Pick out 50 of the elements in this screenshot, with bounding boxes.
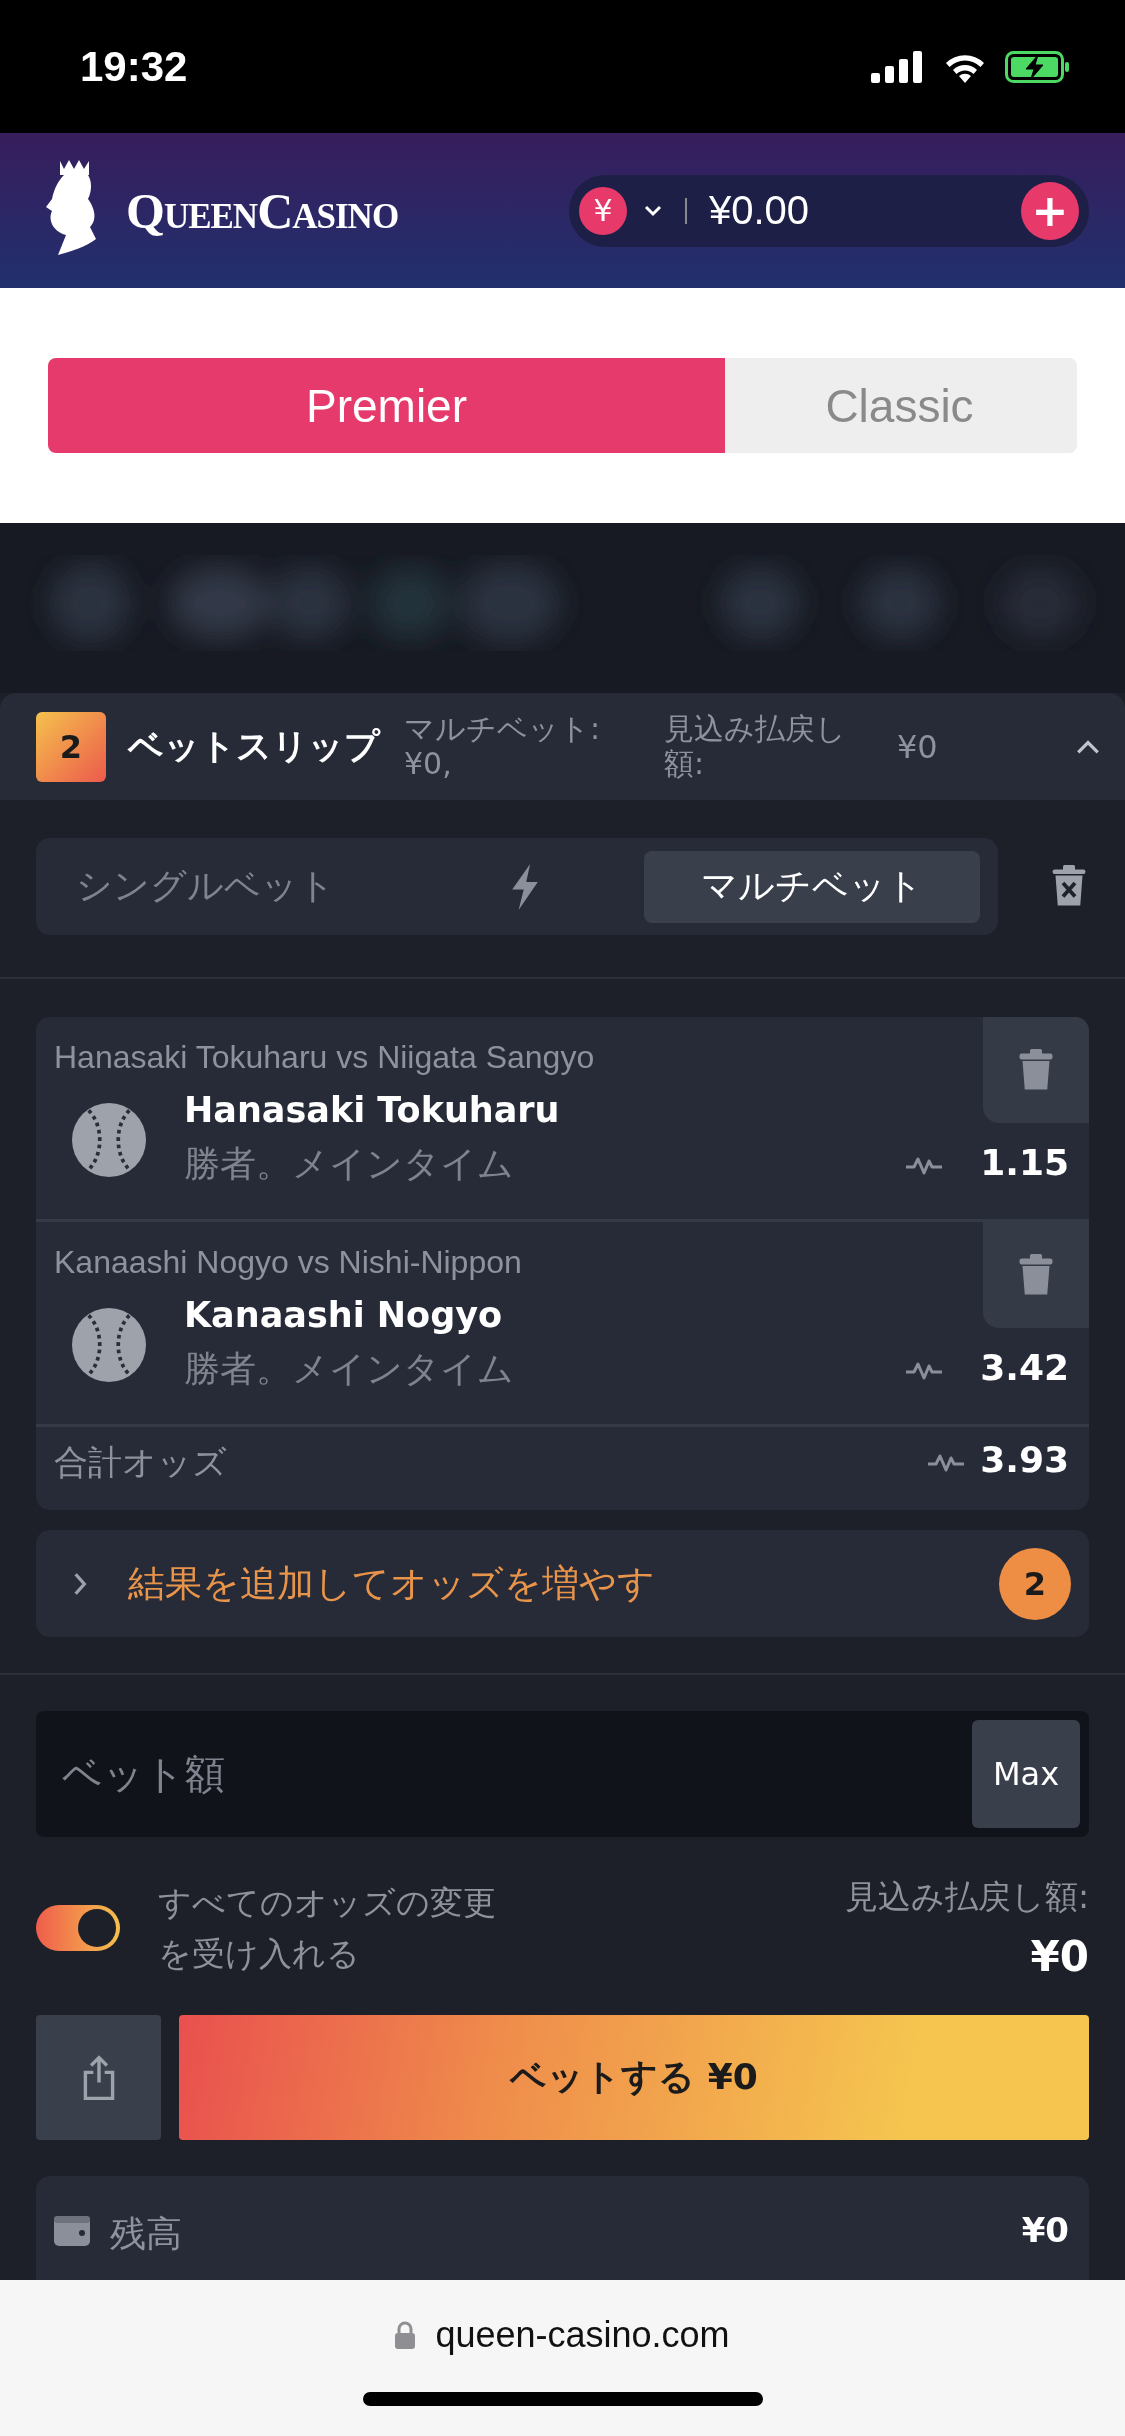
baseball-icon [72, 1102, 146, 1177]
total-odds-value: 3.93 [980, 1439, 1069, 1480]
bet-mode-tab[interactable]: シングルベット [76, 850, 335, 923]
baseball-icon [72, 1307, 146, 1382]
logo-text: QueenCasino [126, 181, 399, 240]
potential-payout-value: ¥0 [1030, 1932, 1089, 1981]
share-icon [81, 2054, 116, 2101]
match-name: Kanaashi Nogyo vs Nishi-Nippon [54, 1244, 522, 1281]
lock-icon [395, 2321, 416, 2349]
balance-label: 残高 [110, 2212, 183, 2256]
odds-value: 3.42 [980, 1347, 1069, 1388]
bet-mode-tab[interactable]: マルチベット [644, 850, 980, 923]
toggle-switch[interactable] [36, 1905, 120, 1951]
signal-icon [871, 50, 925, 83]
trash-icon [1018, 1252, 1054, 1298]
boost-odds-row[interactable]: 結果を追加してオッズを増やす 2 [36, 1530, 1089, 1637]
team-name: Kanaashi Nogyo [184, 1295, 504, 1335]
market-name: 勝者。メインタイム [184, 1347, 515, 1391]
trash-icon [1018, 1047, 1054, 1093]
balance-amount: ¥0.00 [709, 188, 811, 233]
url-text[interactable]: queen-casino.com [435, 2314, 730, 2356]
battery-charging-icon [1005, 50, 1071, 83]
count-badge: 2 [999, 1547, 1071, 1620]
boost-label: 結果を追加してオッズを増やす [128, 1560, 656, 1607]
stake-field[interactable]: ベット額 Max [36, 1711, 1089, 1837]
wallet-icon [54, 2216, 90, 2246]
remove-button[interactable] [983, 1017, 1089, 1123]
place-bet-button[interactable]: ベットする ¥0 [179, 2015, 1089, 2140]
betslip-title: ベットスリップ [128, 725, 380, 768]
max-button[interactable]: Max [972, 1720, 1080, 1828]
tab[interactable]: Premier [48, 358, 725, 453]
chevron-right-icon [72, 1570, 88, 1597]
status-time: 19:32 [80, 42, 188, 91]
trash-x-icon [1051, 864, 1087, 907]
total-odds-label: 合計オッズ [54, 1440, 228, 1484]
payout-label: 見込み払戻し額: [664, 712, 847, 781]
chevron-down-icon [643, 204, 663, 217]
remove-button[interactable] [983, 1222, 1089, 1328]
team-name: Hanasaki Tokuharu [184, 1090, 561, 1130]
accept-odds-label: すべてのオッズの変更を受け入れる [158, 1881, 497, 1975]
payout-amount: ¥0 [897, 727, 938, 766]
match-name: Hanasaki Tokuharu vs Niigata Sangyo [54, 1039, 595, 1076]
odds-value: 1.15 [980, 1142, 1069, 1183]
count-badge: 2 [36, 711, 106, 782]
market-name: 勝者。メインタイム [184, 1142, 515, 1186]
multi-summary: マルチベット: ¥0, [404, 712, 602, 781]
deposit-button[interactable]: + [1021, 181, 1079, 240]
share-button[interactable] [36, 2015, 161, 2140]
balance-value: ¥0 [1021, 2210, 1069, 2250]
potential-payout-label: 見込み払戻し額: [844, 1876, 1089, 1918]
